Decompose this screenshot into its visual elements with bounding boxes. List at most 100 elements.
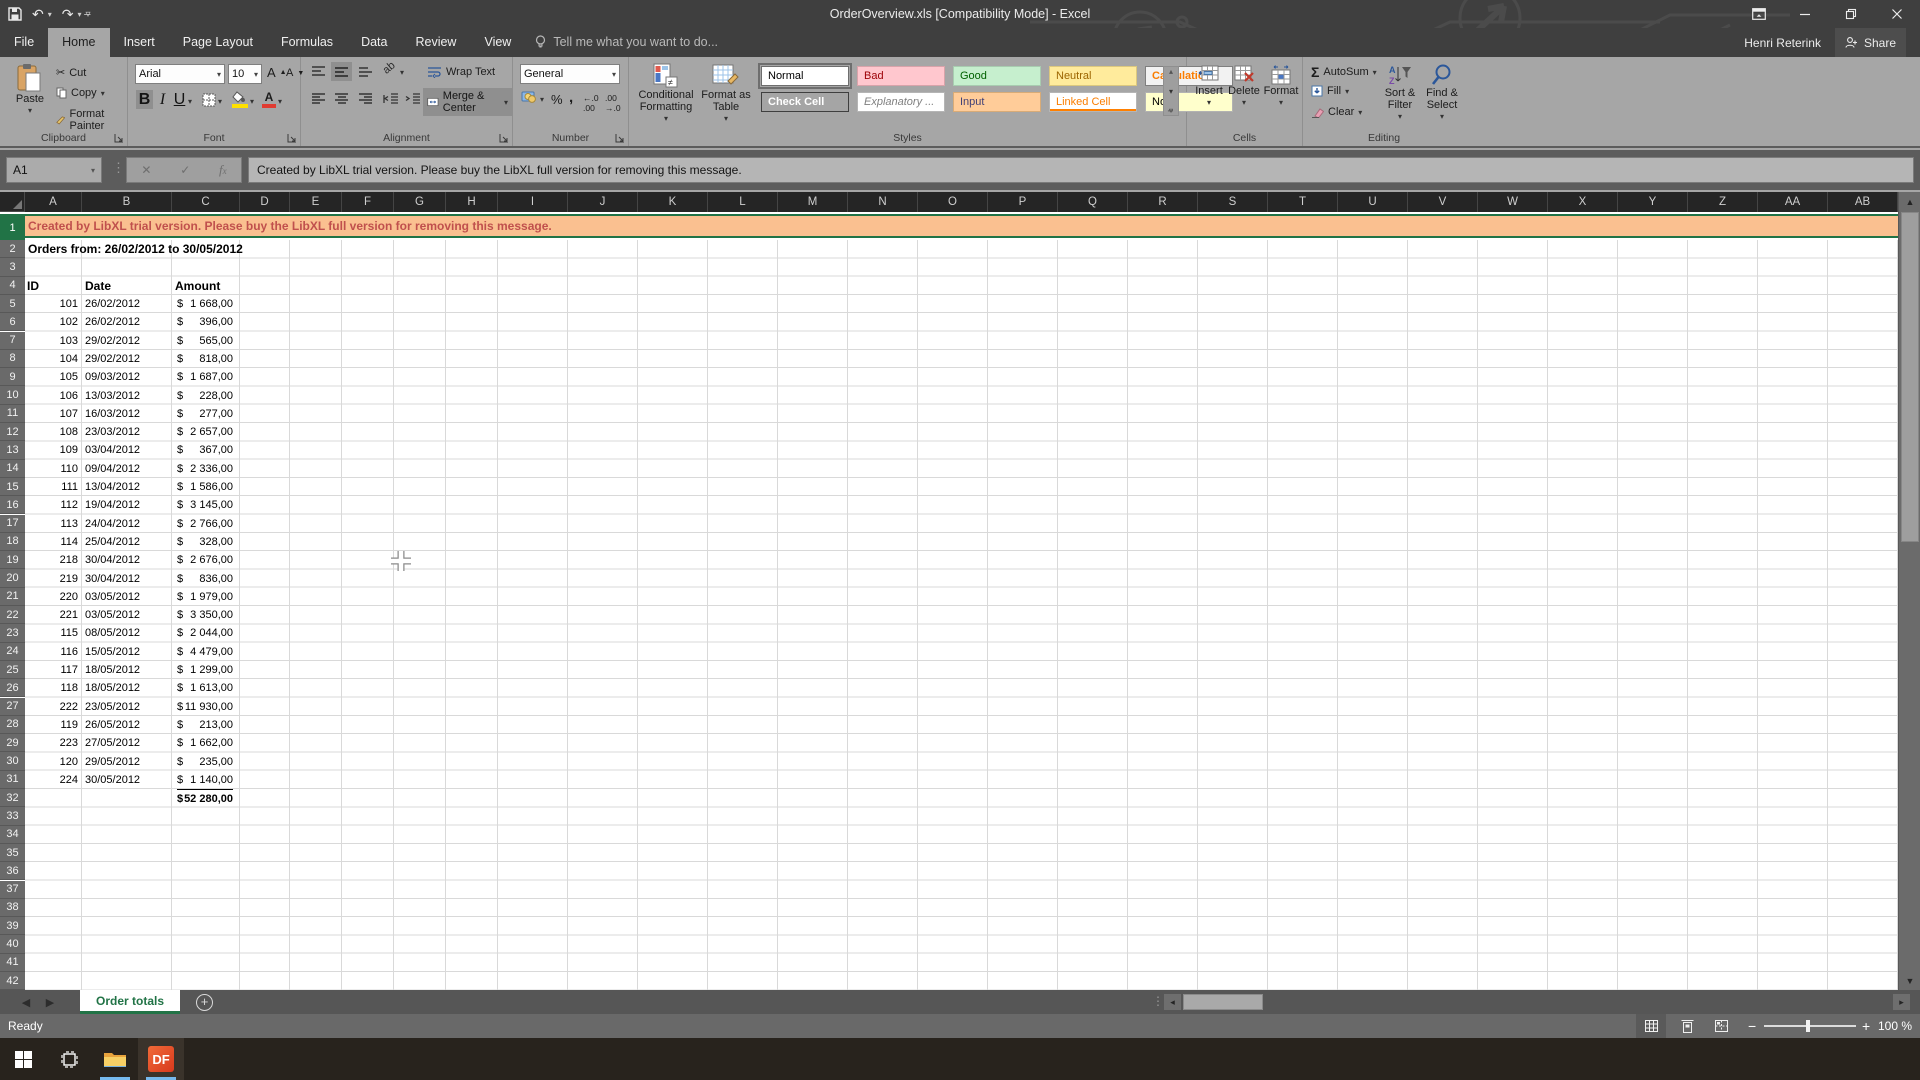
cell-amount-row19[interactable]: $2 676,00 bbox=[177, 551, 233, 569]
clear-button[interactable]: Clear▾ bbox=[1311, 106, 1362, 118]
cell-total-amount[interactable]: $52 280,00 bbox=[177, 789, 233, 807]
zoom-slider-track[interactable] bbox=[1764, 1025, 1856, 1027]
number-dialog-launcher-icon[interactable] bbox=[615, 133, 625, 143]
row-header-29[interactable]: 29 bbox=[0, 734, 25, 752]
font-color-button[interactable]: A bbox=[262, 90, 276, 108]
scroll-up-icon[interactable]: ▲ bbox=[1901, 193, 1919, 210]
decrease-decimal-icon[interactable]: .00→.0 bbox=[605, 93, 621, 113]
row-header-28[interactable]: 28 bbox=[0, 716, 25, 734]
tell-me-box[interactable]: Tell me what you want to do... bbox=[525, 28, 718, 57]
cell-header-date[interactable]: Date bbox=[85, 277, 170, 295]
row-header-36[interactable]: 36 bbox=[0, 862, 25, 880]
row-header-16[interactable]: 16 bbox=[0, 496, 25, 514]
cell-id-row18[interactable]: 114 bbox=[27, 533, 78, 551]
column-header-P[interactable]: P bbox=[988, 192, 1058, 212]
font-dialog-launcher-icon[interactable] bbox=[287, 133, 297, 143]
accounting-dropdown-icon[interactable]: ▾ bbox=[540, 95, 544, 104]
cell-amount-row9[interactable]: $1 687,00 bbox=[177, 368, 233, 386]
tab-home[interactable]: Home bbox=[48, 28, 109, 57]
orientation-dropdown-icon[interactable]: ▾ bbox=[400, 68, 404, 77]
cell-id-row11[interactable]: 107 bbox=[27, 405, 78, 423]
cell-id-row23[interactable]: 115 bbox=[27, 624, 78, 642]
sheet-nav-right-icon[interactable]: ▶ bbox=[38, 990, 62, 1014]
zoom-out-icon[interactable]: − bbox=[1748, 1014, 1756, 1038]
row-header-13[interactable]: 13 bbox=[0, 441, 25, 459]
style-chip-linked-cell[interactable]: Linked Cell bbox=[1049, 92, 1137, 112]
zoom-in-icon[interactable]: + bbox=[1862, 1014, 1870, 1038]
font-family-select[interactable]: Arial▾ bbox=[135, 64, 225, 84]
row-header-34[interactable]: 34 bbox=[0, 826, 25, 844]
cell-id-row28[interactable]: 119 bbox=[27, 716, 78, 734]
column-header-R[interactable]: R bbox=[1128, 192, 1198, 212]
cell-amount-row15[interactable]: $1 586,00 bbox=[177, 478, 233, 496]
cancel-icon[interactable]: ✕ bbox=[141, 163, 151, 177]
enter-icon[interactable]: ✓ bbox=[180, 163, 190, 177]
cell-amount-row11[interactable]: $277,00 bbox=[177, 405, 233, 423]
underline-button[interactable]: U bbox=[172, 90, 187, 109]
column-header-AB[interactable]: AB bbox=[1828, 192, 1898, 212]
user-name[interactable]: Henri Reterink bbox=[1744, 36, 1821, 50]
new-sheet-icon[interactable]: + bbox=[196, 994, 213, 1011]
increase-decimal-icon[interactable]: ←.0.00 bbox=[583, 93, 599, 113]
row-header-30[interactable]: 30 bbox=[0, 752, 25, 770]
row-header-24[interactable]: 24 bbox=[0, 643, 25, 661]
row-header-26[interactable]: 26 bbox=[0, 679, 25, 697]
hscroll-left-icon[interactable]: ◂ bbox=[1164, 994, 1181, 1010]
column-header-Z[interactable]: Z bbox=[1688, 192, 1758, 212]
sheet-tab-order-totals[interactable]: Order totals bbox=[80, 990, 180, 1014]
column-header-V[interactable]: V bbox=[1408, 192, 1478, 212]
cut-button[interactable]: ✂Cut bbox=[56, 66, 86, 79]
wrap-text-button[interactable]: Wrap Text bbox=[427, 66, 495, 78]
cell-amount-row16[interactable]: $3 145,00 bbox=[177, 496, 233, 514]
borders-icon[interactable] bbox=[202, 93, 216, 107]
align-right-icon[interactable] bbox=[358, 93, 373, 105]
cell-id-row31[interactable]: 224 bbox=[27, 771, 78, 789]
decrease-indent-icon[interactable] bbox=[383, 93, 399, 105]
comma-style-icon[interactable]: , bbox=[569, 89, 573, 106]
cell-id-row15[interactable]: 111 bbox=[27, 478, 78, 496]
row-header-7[interactable]: 7 bbox=[0, 332, 25, 350]
cell-amount-row24[interactable]: $4 479,00 bbox=[177, 643, 233, 661]
cell-id-row9[interactable]: 105 bbox=[27, 368, 78, 386]
formula-input[interactable]: Created by LibXL trial version. Please b… bbox=[248, 157, 1914, 183]
restore-button[interactable] bbox=[1828, 0, 1874, 28]
cell-header-amount[interactable]: Amount bbox=[175, 277, 238, 295]
fill-button[interactable]: Fill▾ bbox=[1311, 85, 1349, 97]
row-header-8[interactable]: 8 bbox=[0, 350, 25, 368]
format-cells-button[interactable]: Format▾ bbox=[1263, 65, 1299, 109]
format-as-table-button[interactable]: Format as Table▾ bbox=[699, 63, 753, 125]
cell-date-row14[interactable]: 09/04/2012 bbox=[85, 460, 170, 478]
cell-amount-row10[interactable]: $228,00 bbox=[177, 386, 233, 404]
cell-date-row19[interactable]: 30/04/2012 bbox=[85, 551, 170, 569]
column-header-A[interactable]: A bbox=[25, 192, 82, 212]
row-header-1[interactable]: 1 bbox=[0, 214, 25, 242]
alignment-dialog-launcher-icon[interactable] bbox=[499, 133, 509, 143]
cell-amount-row6[interactable]: $396,00 bbox=[177, 313, 233, 331]
cell-amount-row5[interactable]: $1 668,00 bbox=[177, 295, 233, 313]
row-header-10[interactable]: 10 bbox=[0, 386, 25, 404]
cell-amount-row13[interactable]: $367,00 bbox=[177, 441, 233, 459]
column-header-U[interactable]: U bbox=[1338, 192, 1408, 212]
row-header-21[interactable]: 21 bbox=[0, 588, 25, 606]
row-header-40[interactable]: 40 bbox=[0, 935, 25, 953]
align-bottom-icon[interactable] bbox=[358, 66, 373, 78]
cell-date-row29[interactable]: 27/05/2012 bbox=[85, 734, 170, 752]
paste-button[interactable]: Paste▾ bbox=[8, 63, 52, 117]
row-header-38[interactable]: 38 bbox=[0, 899, 25, 917]
format-painter-button[interactable]: Format Painter bbox=[56, 108, 127, 132]
cell-date-row23[interactable]: 08/05/2012 bbox=[85, 624, 170, 642]
cell-amount-row31[interactable]: $1 140,00 bbox=[177, 771, 233, 789]
sheet-nav-left-icon[interactable]: ◀ bbox=[14, 990, 38, 1014]
row-header-2[interactable]: 2 bbox=[0, 240, 25, 258]
column-header-Y[interactable]: Y bbox=[1618, 192, 1688, 212]
tabbar-splitter-icon[interactable]: ⋮ bbox=[1152, 994, 1164, 1008]
conditional-formatting-button[interactable]: ≠ Conditional Formatting▾ bbox=[635, 63, 697, 125]
scroll-down-icon[interactable]: ▼ bbox=[1901, 972, 1919, 989]
task-view-button[interactable] bbox=[46, 1038, 92, 1080]
row-header-3[interactable]: 3 bbox=[0, 258, 25, 276]
row-header-25[interactable]: 25 bbox=[0, 661, 25, 679]
style-chip-input[interactable]: Input bbox=[953, 92, 1041, 112]
cell-date-row7[interactable]: 29/02/2012 bbox=[85, 332, 170, 350]
column-header-M[interactable]: M bbox=[778, 192, 848, 212]
cell-date-row24[interactable]: 15/05/2012 bbox=[85, 643, 170, 661]
